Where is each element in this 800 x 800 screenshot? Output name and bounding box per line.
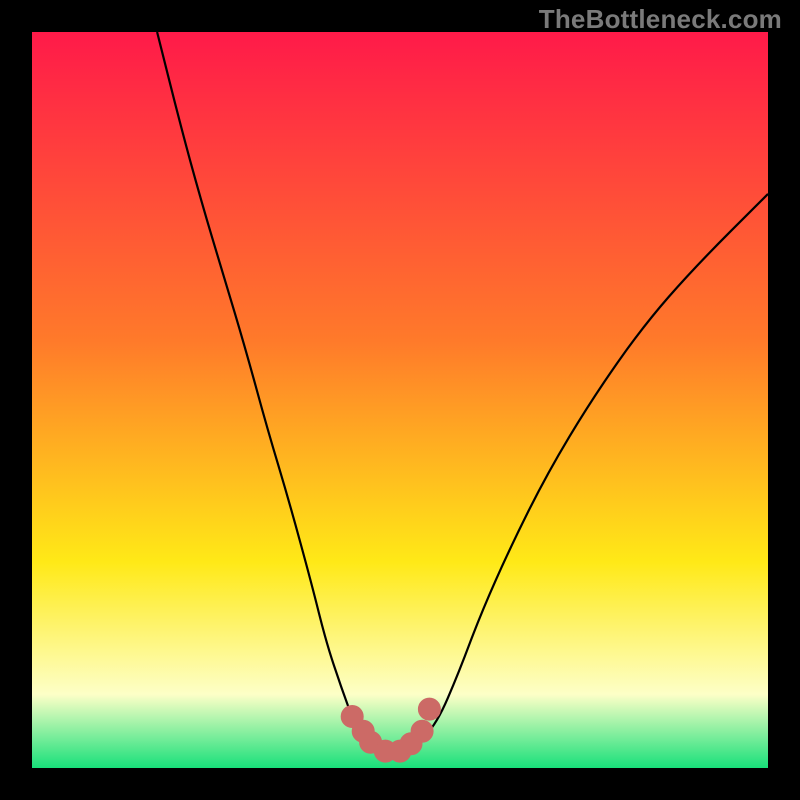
bottleneck-chart (32, 32, 768, 768)
chart-frame: TheBottleneck.com (0, 0, 800, 800)
marker-dot (411, 720, 433, 742)
watermark-text: TheBottleneck.com (539, 4, 782, 35)
marker-dot (418, 698, 440, 720)
gradient-background (32, 32, 768, 768)
